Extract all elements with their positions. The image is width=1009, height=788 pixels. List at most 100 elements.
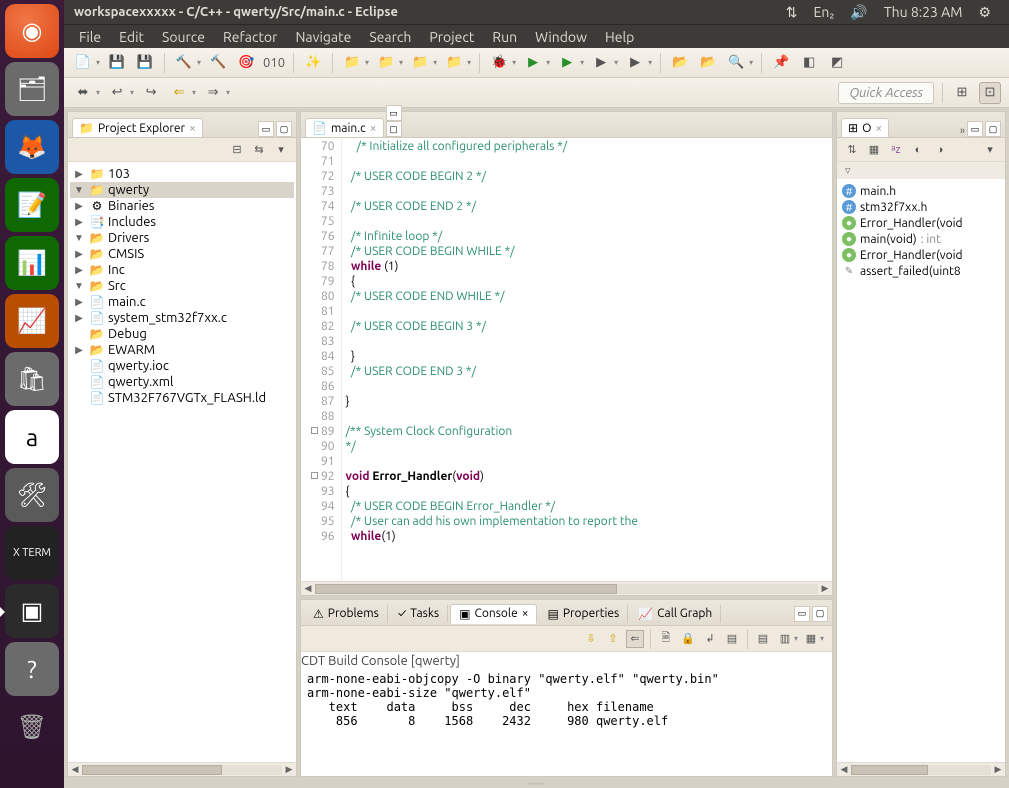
toggle-button[interactable]: ◧ bbox=[798, 52, 820, 74]
build-button[interactable]: 🔨 bbox=[173, 52, 195, 74]
launcher-tile[interactable]: 🗂 bbox=[5, 62, 59, 116]
fwd-button[interactable]: ⇒ bbox=[202, 82, 224, 104]
perspective-open-button[interactable]: ⊞ bbox=[951, 82, 973, 104]
launcher-tile[interactable]: 📈 bbox=[5, 294, 59, 348]
network-indicator[interactable]: ⇅ bbox=[786, 4, 798, 21]
display-console-button[interactable]: ▥ bbox=[776, 630, 794, 648]
save-button[interactable]: 💾 bbox=[106, 52, 128, 74]
minimize-button[interactable]: ▭ bbox=[386, 105, 402, 121]
close-icon[interactable]: × bbox=[875, 122, 882, 135]
launcher-tile[interactable]: a bbox=[5, 410, 59, 464]
step-back-button[interactable]: ↩ bbox=[106, 82, 128, 104]
bottom-tab-console[interactable]: ▣Console × bbox=[450, 604, 537, 624]
maximize-button[interactable]: ▢ bbox=[812, 606, 828, 622]
menu-window[interactable]: Window bbox=[526, 29, 596, 45]
project-tree[interactable]: ▶📁103▼📁qwerty▶⚙Binaries▶📑Includes▼📂Drive… bbox=[68, 162, 296, 762]
next-button[interactable]: ⇧ bbox=[604, 630, 622, 648]
quick-access[interactable]: Quick Access bbox=[838, 82, 934, 104]
build-all-button[interactable]: 🔨 bbox=[207, 52, 229, 74]
menu-file[interactable]: File bbox=[70, 29, 110, 45]
prev-button[interactable]: ⇩ bbox=[582, 630, 600, 648]
session-indicator[interactable]: ⚙ bbox=[978, 4, 991, 21]
outline-tab[interactable]: ⊞ O × bbox=[841, 118, 889, 137]
new-folder-button[interactable]: 📁 bbox=[341, 52, 363, 74]
open-console-button[interactable]: ▤ bbox=[754, 630, 772, 648]
wrap-button[interactable]: ↲ bbox=[701, 630, 719, 648]
code-editor[interactable]: 7071727374757677787980818283848586878889… bbox=[301, 138, 832, 581]
perspective-cpp-button[interactable]: ⊡ bbox=[979, 82, 1001, 104]
tree-row[interactable]: ▶📂Inc bbox=[70, 262, 294, 278]
tree-row[interactable]: 📂Debug bbox=[70, 326, 294, 342]
launcher-tile[interactable]: 📊 bbox=[5, 236, 59, 290]
outline-tree[interactable]: #main.h#stm32f7xx.h●Error_Handler(void●m… bbox=[837, 179, 1005, 762]
back-button[interactable]: ⇐ bbox=[168, 82, 190, 104]
target-button[interactable]: 🎯 bbox=[235, 52, 257, 74]
tree-row[interactable]: ▶📄main.c bbox=[70, 294, 294, 310]
new-hdr-button[interactable]: 📁 bbox=[443, 52, 465, 74]
outline-item[interactable]: ●main(void) : int bbox=[841, 231, 1001, 247]
sort-button[interactable]: ⇅ bbox=[843, 141, 861, 159]
outline-item[interactable]: #stm32f7xx.h bbox=[841, 199, 1001, 215]
bottom-tab-tasks[interactable]: ✓Tasks bbox=[390, 605, 448, 622]
tree-row[interactable]: 📄qwerty.ioc bbox=[70, 358, 294, 374]
pin-button[interactable]: 📌 bbox=[770, 52, 792, 74]
menu-run[interactable]: Run bbox=[483, 29, 526, 45]
hide-fields-button[interactable]: ᵃz bbox=[887, 141, 905, 159]
clock[interactable]: Thu 8:23 AM bbox=[884, 4, 963, 20]
sound-indicator[interactable]: 🔊 bbox=[850, 4, 867, 21]
sash-handle[interactable]: ┈┈┈ bbox=[64, 780, 1009, 788]
tree-row[interactable]: 📄STM32F767VGTx_FLASH.ld bbox=[70, 390, 294, 406]
outline-item[interactable]: ✎assert_failed(uint8 bbox=[841, 263, 1001, 279]
mark-button[interactable]: ◩ bbox=[826, 52, 848, 74]
tree-row[interactable]: ▼📁qwerty bbox=[70, 182, 294, 198]
maximize-button[interactable]: ▢ bbox=[386, 121, 402, 137]
launcher-tile[interactable]: X TERM bbox=[5, 526, 59, 580]
close-icon[interactable]: × bbox=[370, 122, 377, 135]
menu-search[interactable]: Search bbox=[360, 29, 420, 45]
bottom-tab-problems[interactable]: ⚠Problems bbox=[305, 605, 388, 623]
bottom-tab-properties[interactable]: ▤Properties bbox=[539, 605, 628, 623]
outline-item[interactable]: ●Error_Handler(void bbox=[841, 247, 1001, 263]
tree-row[interactable]: ▶📂CMSIS bbox=[70, 246, 294, 262]
open-task-button[interactable]: 📂 bbox=[697, 52, 719, 74]
menu-navigate[interactable]: Navigate bbox=[286, 29, 360, 45]
run-button[interactable]: ▶ bbox=[522, 52, 544, 74]
bottom-tab-call-graph[interactable]: 📈Call Graph bbox=[630, 605, 721, 623]
profile-button[interactable]: ▶ bbox=[590, 52, 612, 74]
console-output[interactable]: CDT Build Console [qwerty] arm-none-eabi… bbox=[301, 652, 832, 776]
minimize-button[interactable]: ▭ bbox=[967, 121, 983, 137]
open-type-button[interactable]: 📂 bbox=[669, 52, 691, 74]
menu-refactor[interactable]: Refactor bbox=[214, 29, 286, 45]
maximize-button[interactable]: ▢ bbox=[276, 121, 292, 137]
tree-row[interactable]: ▼📂Src bbox=[70, 278, 294, 294]
minimize-button[interactable]: ▭ bbox=[794, 606, 810, 622]
binary-button[interactable]: 010 bbox=[263, 52, 285, 74]
collapse-all-button[interactable]: ⊟ bbox=[228, 141, 246, 159]
wand-button[interactable]: ✨ bbox=[302, 52, 324, 74]
tree-row[interactable]: ▶⚙Binaries bbox=[70, 198, 294, 214]
close-icon[interactable]: × bbox=[522, 607, 529, 620]
run-last-button[interactable]: ▶ bbox=[556, 52, 578, 74]
search-button[interactable]: 🔍 bbox=[725, 52, 747, 74]
scrollbar-h[interactable]: ◀▶ bbox=[837, 762, 1005, 776]
tree-toggle-button[interactable]: ⬌ bbox=[72, 82, 94, 104]
launcher-tile[interactable]: 📝 bbox=[5, 178, 59, 232]
save-all-button[interactable]: 💾 bbox=[134, 52, 156, 74]
tree-row[interactable]: ▼📂Drivers bbox=[70, 230, 294, 246]
launcher-tile[interactable]: 🦊 bbox=[5, 120, 59, 174]
filter-button[interactable]: ▦ bbox=[865, 141, 883, 159]
console-menu-button[interactable]: ▤ bbox=[723, 630, 741, 648]
scroll-lock-button[interactable]: 🔒 bbox=[679, 630, 697, 648]
link-editor-button[interactable]: ⇆ bbox=[250, 141, 268, 159]
view-menu-button[interactable]: ▾ bbox=[272, 141, 290, 159]
scrollbar-h[interactable]: ◀▶ bbox=[301, 581, 832, 595]
outline-item[interactable]: ●Error_Handler(void bbox=[841, 215, 1001, 231]
launcher-tile[interactable]: ? bbox=[5, 642, 59, 696]
clear-console-button[interactable]: 🗎 bbox=[657, 630, 675, 648]
debug-button[interactable]: 🐞 bbox=[488, 52, 510, 74]
new-button[interactable]: 📄 bbox=[72, 52, 94, 74]
hide-static-button[interactable]: ◐ bbox=[909, 141, 927, 159]
menu-source[interactable]: Source bbox=[153, 29, 214, 45]
pin-console-button[interactable]: ⇐ bbox=[626, 630, 644, 648]
step-fwd-button[interactable]: ↪ bbox=[140, 82, 162, 104]
